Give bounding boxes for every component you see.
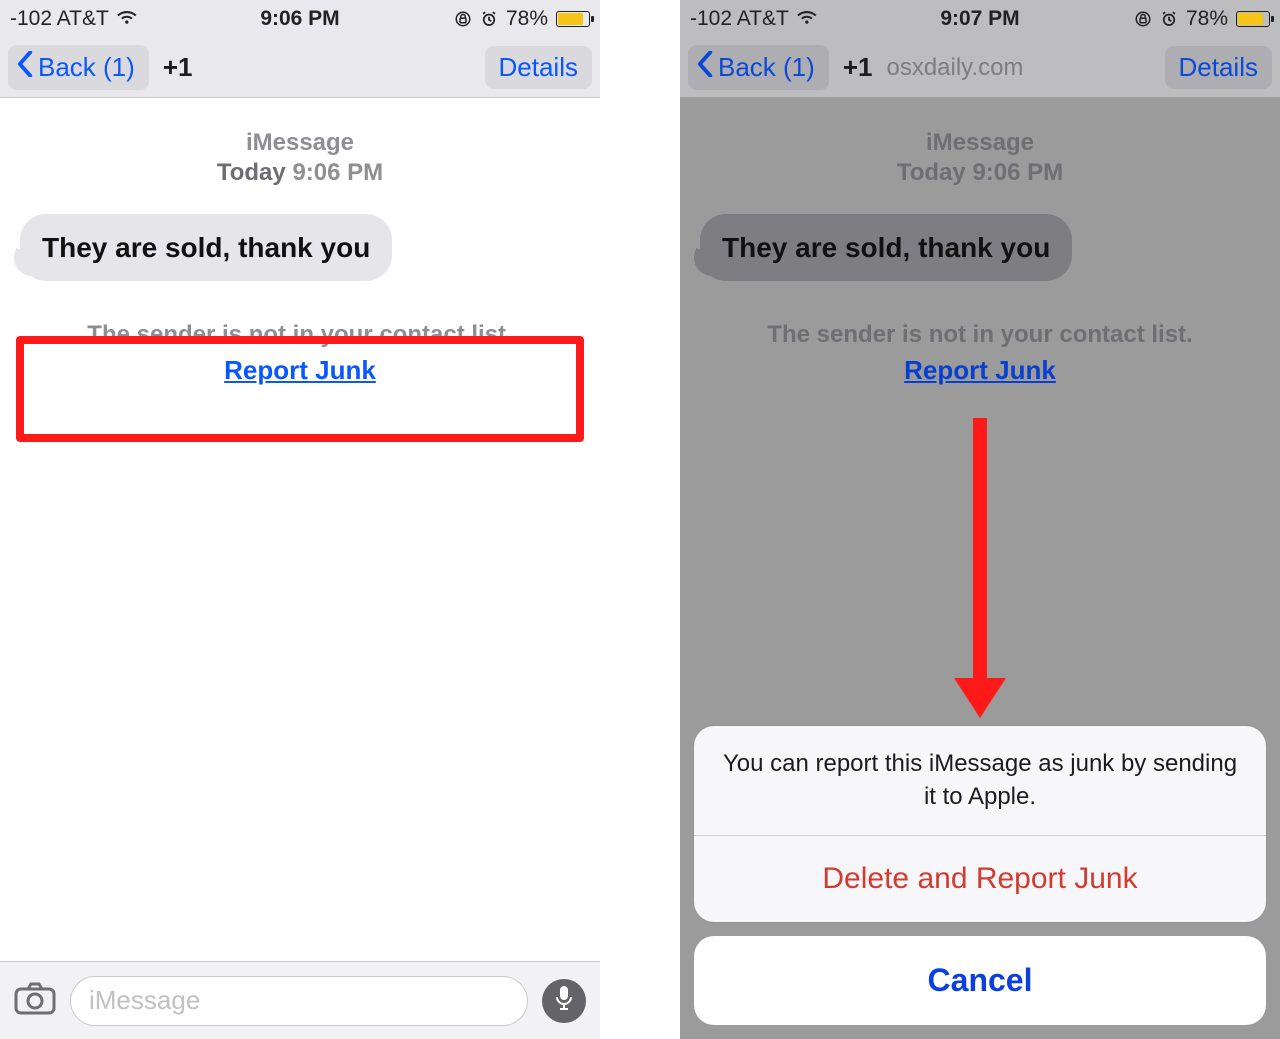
status-bar: -102 AT&T 9:07 PM 78% [680, 0, 1280, 38]
day-label: Today [217, 159, 286, 186]
status-bar: -102 AT&T 9:06 PM 78% [0, 0, 600, 38]
contact-name[interactable]: +1 [163, 52, 193, 83]
time-label: 9:06 PM [972, 159, 1063, 186]
layout-gap [600, 0, 680, 1039]
delete-report-junk-button[interactable]: Delete and Report Junk [694, 836, 1266, 922]
annotation-arrow [954, 418, 1006, 718]
unknown-sender-notice: The sender is not in your contact list. … [700, 321, 1260, 386]
action-sheet-message: You can report this iMessage as junk by … [694, 726, 1266, 835]
alarm-icon [1160, 10, 1178, 28]
microphone-icon [555, 985, 573, 1016]
notice-text: The sender is not in your contact list. [700, 321, 1260, 349]
battery-icon [1236, 11, 1270, 27]
back-label: Back (1) [38, 52, 135, 83]
orientation-lock-icon [454, 10, 472, 28]
details-button[interactable]: Details [485, 46, 592, 89]
incoming-message-bubble[interactable]: They are sold, thank you [20, 214, 392, 281]
day-label: Today [897, 159, 966, 186]
message-placeholder: iMessage [89, 985, 200, 1016]
thread-header: iMessage Today 9:06 PM [0, 128, 600, 188]
message-input[interactable]: iMessage [70, 976, 528, 1026]
phone-screenshot-right: -102 AT&T 9:07 PM 78% [680, 0, 1280, 1039]
service-label: iMessage [0, 128, 600, 158]
camera-icon[interactable] [14, 981, 56, 1020]
incoming-message-bubble[interactable]: They are sold, thank you [700, 214, 1072, 281]
message-thread: iMessage Today 9:06 PM They are sold, th… [0, 98, 600, 961]
thread-header: iMessage Today 9:06 PM [680, 128, 1280, 188]
nav-bar: Back (1) +1 osxdaily.com Details [680, 38, 1280, 98]
action-sheet: You can report this iMessage as junk by … [694, 726, 1266, 1025]
orientation-lock-icon [1134, 10, 1152, 28]
service-label: iMessage [680, 128, 1280, 158]
dictation-button[interactable] [542, 979, 586, 1023]
battery-pct-label: 78% [1186, 7, 1228, 31]
phone-screenshot-left: -102 AT&T 9:06 PM 78% [0, 0, 600, 1039]
chevron-left-icon [696, 51, 714, 84]
wifi-icon [117, 11, 139, 27]
carrier-label: -102 AT&T [690, 7, 789, 31]
annotation-highlight-box [16, 336, 584, 442]
back-label: Back (1) [718, 52, 815, 83]
time-label: 9:06 PM [292, 159, 383, 186]
cancel-button[interactable]: Cancel [694, 936, 1266, 1025]
carrier-label: -102 AT&T [10, 7, 109, 31]
battery-pct-label: 78% [506, 7, 548, 31]
nav-bar: Back (1) +1 Details [0, 38, 600, 98]
details-button[interactable]: Details [1165, 46, 1272, 89]
wifi-icon [797, 11, 819, 27]
back-button[interactable]: Back (1) [688, 45, 829, 90]
contact-name[interactable]: +1 [843, 52, 873, 83]
compose-bar: iMessage [0, 961, 600, 1039]
battery-icon [556, 11, 590, 27]
report-junk-link[interactable]: Report Junk [904, 355, 1056, 386]
chevron-left-icon [16, 51, 34, 84]
alarm-icon [480, 10, 498, 28]
back-button[interactable]: Back (1) [8, 45, 149, 90]
watermark-domain: osxdaily.com [886, 54, 1023, 82]
